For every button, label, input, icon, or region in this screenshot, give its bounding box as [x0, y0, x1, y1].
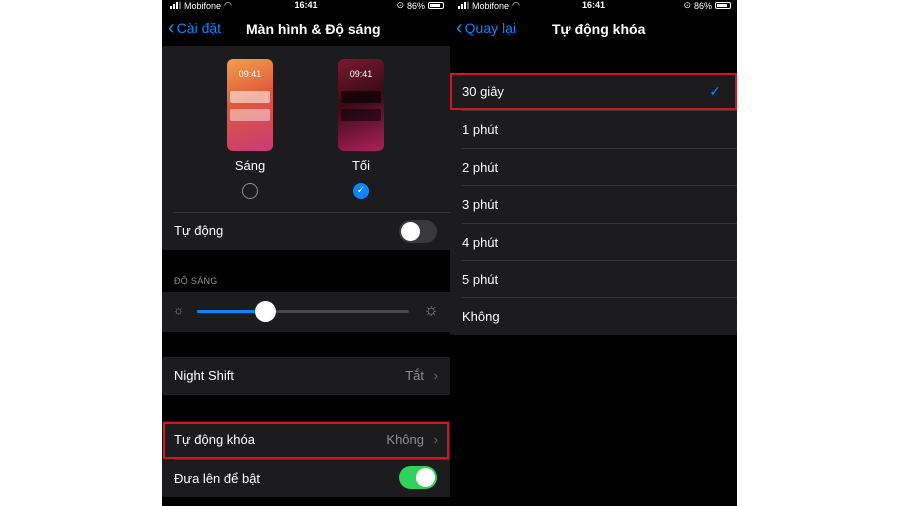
- auto-label: Tự động: [174, 223, 224, 238]
- rotation-lock-icon: ⊙: [683, 0, 691, 10]
- status-bar: Mobifone ◠ 16:41 ⊙ 86%: [162, 0, 450, 12]
- option-label: 1 phút: [462, 122, 499, 137]
- auto-lock-options: 30 giây ✓ 1 phút 2 phút 3 phút 4 phút 5 …: [450, 73, 737, 335]
- option-label: Không: [462, 309, 500, 324]
- preview-notification: [341, 109, 381, 121]
- option-row[interactable]: 3 phút: [450, 186, 737, 223]
- chevron-left-icon: ‹: [456, 17, 463, 39]
- night-shift-label: Night Shift: [174, 368, 234, 383]
- back-label: Cài đặt: [176, 20, 222, 36]
- auto-appearance-group: Tự động: [162, 212, 450, 250]
- slider-thumb[interactable]: [254, 301, 276, 322]
- option-label: 2 phút: [462, 160, 499, 175]
- raise-to-wake-label: Đưa lên để bật: [174, 471, 261, 486]
- option-row[interactable]: 1 phút: [450, 111, 737, 148]
- dark-mode-label: Tối: [351, 158, 371, 173]
- preview-notification: [230, 109, 270, 121]
- status-right: ⊙ 86%: [396, 0, 444, 11]
- nav-bar: ‹ Cài đặt Màn hình & Độ sáng: [162, 12, 450, 46]
- brightness-group: ☼ ☼: [162, 292, 450, 332]
- raise-to-wake-toggle[interactable]: [399, 466, 437, 489]
- nav-bar: ‹ Quay lại Tự động khóa: [450, 12, 737, 46]
- brightness-section-header: ĐỘ SÁNG: [174, 276, 218, 286]
- sun-large-icon: ☼: [423, 300, 439, 319]
- preview-time: 09:41: [349, 69, 373, 79]
- option-label: 4 phút: [462, 235, 499, 250]
- preview-notification: [230, 91, 270, 103]
- back-button[interactable]: ‹ Quay lại: [456, 17, 517, 39]
- option-row[interactable]: Không: [450, 298, 737, 335]
- dark-mode-radio[interactable]: ✓: [353, 183, 369, 199]
- toggle-knob: [401, 222, 420, 241]
- auto-lock-screen: Mobifone ◠ 16:41 ⊙ 86% ‹ Quay lại Tự độn…: [450, 0, 737, 506]
- night-shift-group: Night Shift Tắt ›: [162, 357, 450, 395]
- battery-icon: [715, 2, 731, 9]
- page-title: Tự động khóa: [552, 21, 646, 37]
- auto-toggle[interactable]: [399, 220, 437, 243]
- battery-percent: 86%: [406, 0, 425, 11]
- option-row[interactable]: 2 phút: [450, 149, 737, 186]
- display-brightness-screen: Mobifone ◠ 16:41 ⊙ 86% ‹ Cài đặt Màn hìn…: [162, 0, 450, 506]
- battery-icon: [428, 2, 444, 9]
- night-shift-row[interactable]: Night Shift Tắt ›: [162, 357, 450, 394]
- chevron-right-icon: ›: [433, 368, 438, 383]
- light-mode-label: Sáng: [234, 158, 266, 173]
- back-button[interactable]: ‹ Cài đặt: [168, 17, 222, 39]
- toggle-knob: [416, 468, 435, 487]
- chevron-left-icon: ‹: [168, 17, 175, 39]
- checkmark-icon: ✓: [356, 185, 366, 196]
- option-label: 5 phút: [462, 272, 499, 287]
- option-row[interactable]: 5 phút: [450, 261, 737, 298]
- status-right: ⊙ 86%: [683, 0, 731, 11]
- appearance-group: 09:41 09:41 Sáng Tối ✓: [162, 46, 450, 212]
- page-title: Màn hình & Độ sáng: [246, 21, 381, 37]
- night-shift-value: Tắt: [405, 368, 424, 383]
- option-row[interactable]: 4 phút: [450, 224, 737, 261]
- light-mode-radio[interactable]: [242, 183, 258, 199]
- brightness-slider[interactable]: [197, 301, 409, 322]
- back-label: Quay lại: [464, 20, 517, 36]
- sun-small-icon: ☼: [173, 303, 184, 317]
- dark-mode-preview[interactable]: 09:41: [338, 59, 384, 151]
- highlight-box: [163, 422, 449, 459]
- light-mode-preview[interactable]: 09:41: [227, 59, 273, 151]
- status-bar: Mobifone ◠ 16:41 ⊙ 86%: [450, 0, 737, 12]
- rotation-lock-icon: ⊙: [396, 0, 404, 10]
- highlight-box: [450, 73, 737, 110]
- option-label: 3 phút: [462, 197, 499, 212]
- preview-notification: [341, 91, 381, 103]
- preview-time: 09:41: [238, 69, 262, 79]
- battery-percent: 86%: [693, 0, 712, 11]
